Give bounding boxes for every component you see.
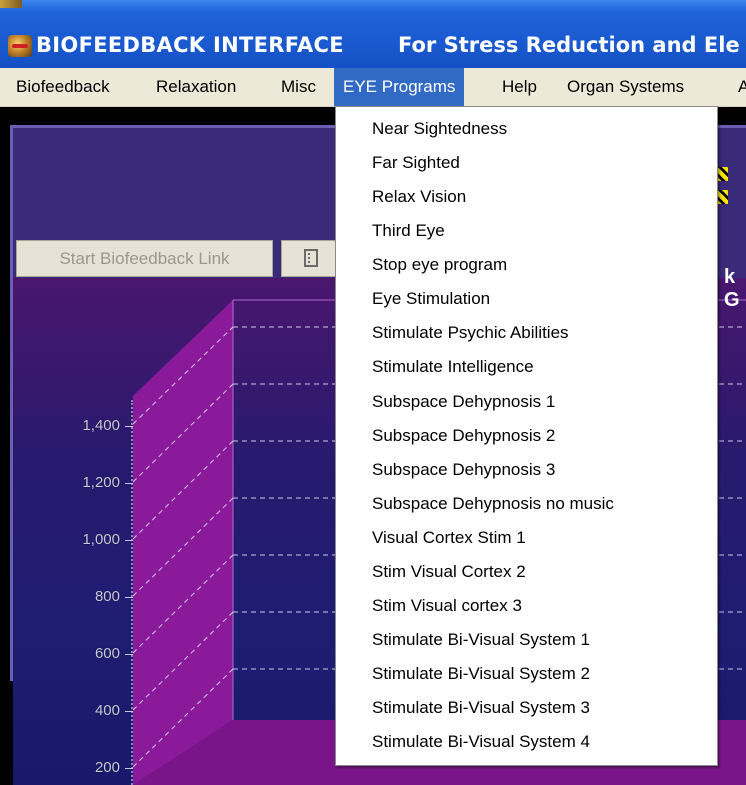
y-tick [125, 654, 133, 655]
menu-item-far-sighted[interactable]: Far Sighted [372, 153, 460, 173]
menu-item-stimulate-intelligence[interactable]: Stimulate Intelligence [372, 357, 534, 377]
menu-item-stop-eye-program[interactable]: Stop eye program [372, 255, 507, 275]
y-tick-label: 400 [94, 702, 120, 719]
menu-item-visual-cortex-stim-1[interactable]: Visual Cortex Stim 1 [372, 528, 526, 548]
menu-item-stimulate-psychic-abilities[interactable]: Stimulate Psychic Abilities [372, 323, 569, 343]
eye-programs-dropdown: Near Sightedness Far Sighted Relax Visio… [335, 106, 718, 766]
y-axis [131, 400, 135, 785]
menu-item-subspace-dehypnosis-2[interactable]: Subspace Dehypnosis 2 [372, 426, 555, 446]
y-tick-label: 600 [94, 645, 120, 662]
menu-item-stimulate-bi-visual-system-1[interactable]: Stimulate Bi-Visual System 1 [372, 630, 590, 650]
menu-item-stimulate-bi-visual-system-4[interactable]: Stimulate Bi-Visual System 4 [372, 732, 590, 752]
y-tick [125, 540, 133, 541]
menu-item-stimulate-bi-visual-system-3[interactable]: Stimulate Bi-Visual System 3 [372, 698, 590, 718]
y-tick-label: 1,400 [82, 417, 120, 434]
y-tick-label: 800 [94, 588, 120, 605]
menu-item-stim-visual-cortex-2[interactable]: Stim Visual Cortex 2 [372, 562, 526, 582]
film-icon [304, 249, 318, 267]
y-tick [125, 711, 133, 712]
menu-item-stimulate-bi-visual-system-2[interactable]: Stimulate Bi-Visual System 2 [372, 664, 590, 684]
y-tick [125, 597, 133, 598]
y-tick [125, 483, 133, 484]
start-biofeedback-link-button[interactable]: Start Biofeedback Link [16, 240, 273, 277]
y-tick [125, 768, 133, 769]
y-tick-label: 200 [94, 759, 120, 776]
menu-item-stim-visual-cortex-3[interactable]: Stim Visual cortex 3 [372, 596, 522, 616]
menu-item-eye-stimulation[interactable]: Eye Stimulation [372, 289, 490, 309]
menu-item-relax-vision[interactable]: Relax Vision [372, 187, 466, 207]
y-tick-label: 1,200 [82, 474, 120, 491]
y-tick [125, 426, 133, 427]
menu-item-subspace-dehypnosis-3[interactable]: Subspace Dehypnosis 3 [372, 460, 555, 480]
chart-title-fragment: k G [724, 266, 740, 311]
menu-item-subspace-dehypnosis-no-music[interactable]: Subspace Dehypnosis no music [372, 494, 614, 514]
menu-item-third-eye[interactable]: Third Eye [372, 221, 445, 241]
chart-side-wall [133, 300, 233, 785]
menu-item-near-sightedness[interactable]: Near Sightedness [372, 119, 507, 139]
y-tick-label: 1,000 [82, 531, 120, 548]
menu-item-subspace-dehypnosis-1[interactable]: Subspace Dehypnosis 1 [372, 392, 555, 412]
video-button[interactable] [281, 240, 341, 277]
